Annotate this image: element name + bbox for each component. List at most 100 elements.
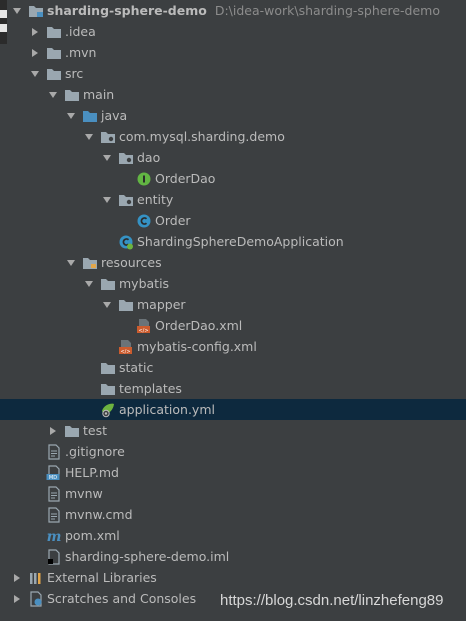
package-icon: [119, 152, 133, 164]
expand-arrow-icon[interactable]: [66, 257, 76, 269]
markdown-file-icon: MD: [46, 464, 60, 481]
tree-item-label: OrderDao.xml: [155, 318, 243, 333]
tree-row[interactable]: .gitignore: [0, 441, 466, 462]
tree-row[interactable]: mvnw: [0, 483, 466, 504]
folder-icon: [65, 425, 79, 437]
text-file-icon: [48, 443, 60, 460]
package-icon: [101, 131, 115, 143]
tree-row[interactable]: entity: [0, 189, 466, 210]
tree-row[interactable]: sharding-sphere-demo D:\idea-work\shardin…: [0, 0, 466, 21]
expand-arrow-icon[interactable]: [30, 68, 40, 80]
folder-icon: [47, 68, 61, 80]
tree-row[interactable]: java: [0, 105, 466, 126]
text-file-icon: [48, 485, 60, 502]
tree-item-label: pom.xml: [65, 528, 120, 543]
tree-item-label: mvnw.cmd: [65, 507, 133, 522]
tree-row[interactable]: mapper: [0, 294, 466, 315]
tree-row[interactable]: ShardingSphereDemoApplication: [0, 231, 466, 252]
maven-icon: m: [47, 529, 62, 544]
expand-arrow-icon[interactable]: [102, 194, 112, 206]
text-file-icon: [48, 506, 60, 523]
xml-file-icon: </>: [119, 339, 132, 355]
xml-file-icon: </>: [137, 318, 150, 334]
expand-arrow-icon[interactable]: [84, 278, 94, 290]
collapse-arrow-icon[interactable]: [30, 47, 40, 59]
tree-item-label: main: [83, 87, 115, 102]
tree-item-label: Scratches and Consoles: [47, 591, 197, 606]
folder-icon: [119, 299, 133, 311]
tree-item-label: templates: [119, 381, 182, 396]
expand-arrow-icon[interactable]: [102, 152, 112, 164]
project-path: D:\idea-work\sharding-sphere-demo: [214, 3, 440, 18]
expand-arrow-icon[interactable]: [84, 131, 94, 143]
resources-folder-icon: [83, 257, 97, 269]
tree-item-label: com.mysql.sharding.demo: [119, 129, 285, 144]
tree-row[interactable]: OrderDao: [0, 168, 466, 189]
tree-row[interactable]: templates: [0, 378, 466, 399]
folder-icon: [47, 47, 61, 59]
folder-icon: [101, 362, 115, 374]
tree-row[interactable]: m pom.xml: [0, 525, 466, 546]
collapse-arrow-icon[interactable]: [30, 26, 40, 38]
package-icon: [119, 194, 133, 206]
tree-row[interactable]: Order: [0, 210, 466, 231]
svg-text:</>: </>: [138, 328, 148, 334]
tree-item-label: .idea: [65, 24, 96, 39]
tree-row[interactable]: </> OrderDao.xml: [0, 315, 466, 336]
tree-row[interactable]: </> mybatis-config.xml: [0, 336, 466, 357]
tree-item-label: ShardingSphereDemoApplication: [137, 234, 344, 249]
svg-text:</>: </>: [120, 349, 130, 355]
tree-item-label: mybatis: [119, 276, 170, 291]
spring-boot-class-icon: [119, 235, 133, 249]
tree-row[interactable]: sharding-sphere-demo.iml: [0, 546, 466, 567]
iml-file-icon: [48, 548, 60, 565]
interface-icon: [137, 172, 151, 185]
tree-item-label: application.yml: [119, 402, 215, 417]
module-folder-icon: [29, 5, 43, 17]
spring-yml-icon: [102, 403, 114, 417]
tree-row[interactable]: .mvn: [0, 42, 466, 63]
tree-item-label: dao: [137, 150, 161, 165]
tree-row[interactable]: test: [0, 420, 466, 441]
tree-item-label: .mvn: [65, 45, 97, 60]
collapse-arrow-icon[interactable]: [48, 425, 58, 437]
folder-icon: [47, 26, 61, 38]
tree-item-label: entity: [137, 192, 174, 207]
tree-row[interactable]: .idea: [0, 21, 466, 42]
expand-arrow-icon[interactable]: [66, 110, 76, 122]
tree-row[interactable]: MD HELP.md: [0, 462, 466, 483]
collapse-arrow-icon[interactable]: [12, 593, 22, 605]
svg-text:MD: MD: [49, 475, 57, 481]
tree-item-label: HELP.md: [65, 465, 119, 480]
expand-arrow-icon[interactable]: [12, 5, 22, 17]
folder-icon: [101, 383, 115, 395]
tree-item-label: sharding-sphere-demo: [47, 3, 207, 18]
tree-item-label: static: [119, 360, 154, 375]
tree-row[interactable]: External Libraries: [0, 567, 466, 588]
folder-icon: [101, 278, 115, 290]
tree-row[interactable]: com.mysql.sharding.demo: [0, 126, 466, 147]
tree-row[interactable]: static: [0, 357, 466, 378]
source-folder-icon: [83, 110, 97, 122]
tree-row[interactable]: dao: [0, 147, 466, 168]
tree-row[interactable]: src: [0, 63, 466, 84]
tree-row[interactable]: main: [0, 84, 466, 105]
collapse-arrow-icon[interactable]: [12, 572, 22, 584]
tree-item-label: mybatis-config.xml: [137, 339, 257, 354]
tree-item-label: resources: [101, 255, 162, 270]
folder-icon: [65, 89, 79, 101]
class-icon: [137, 214, 151, 227]
expand-arrow-icon[interactable]: [102, 299, 112, 311]
tree-item-label: External Libraries: [47, 570, 157, 585]
tree-row[interactable]: mybatis: [0, 273, 466, 294]
expand-arrow-icon[interactable]: [48, 89, 58, 101]
tree-item-label: mvnw: [65, 486, 103, 501]
tree-item-label: src: [65, 66, 84, 81]
tree-item-label: Order: [155, 213, 191, 228]
tree-row[interactable]: application.yml: [0, 399, 466, 420]
tree-item-label: test: [83, 423, 108, 438]
tree-item-label: java: [101, 108, 128, 123]
tree-row[interactable]: resources: [0, 252, 466, 273]
tree-item-label: OrderDao: [155, 171, 216, 186]
tree-row[interactable]: mvnw.cmd: [0, 504, 466, 525]
